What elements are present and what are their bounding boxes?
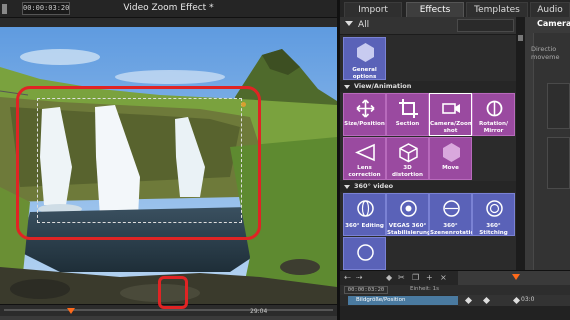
cut-icon[interactable]: ✂ (398, 273, 405, 282)
add-icon[interactable]: + (426, 273, 433, 282)
scrub-bar[interactable] (0, 316, 337, 320)
keyframe-icon[interactable] (482, 296, 491, 305)
section-360-video[interactable]: 360° video (340, 181, 516, 192)
effect-tile-360-more[interactable] (343, 237, 386, 270)
camera-icon (442, 103, 460, 114)
collapse-arrow-icon (344, 85, 350, 89)
copy-icon[interactable]: ❐ (412, 273, 419, 282)
scrollbar-thumb[interactable] (518, 35, 523, 41)
effect-tile-general-options[interactable]: General options (343, 37, 386, 80)
effect-tile-vegas-stabilisierung[interactable]: VEGAS 360° Stabilisierung (386, 193, 431, 236)
filter-bar: All (340, 17, 516, 35)
timeline-info-row: 00:00:03:20 Einheit: 1s (340, 285, 570, 295)
hexagon-icon (443, 143, 460, 162)
scrub-track (4, 309, 333, 311)
tab-import[interactable]: Import (344, 2, 402, 17)
move-left-icon[interactable]: ⇠ (344, 273, 351, 282)
effect-tile-rotation-mirror[interactable]: Rotation/ Mirror (472, 93, 515, 136)
effect-tile-3d-distortion[interactable]: 3D distortion (386, 137, 429, 180)
vertical-scrollbar[interactable] (516, 17, 525, 270)
effect-properties-panel: Camera/Z Directio moveme (525, 17, 570, 270)
chevron-down-icon[interactable] (345, 21, 353, 26)
timeline-unit: Einheit: 1s (410, 286, 440, 292)
highlight-zoom-frame (16, 86, 261, 240)
playhead-icon[interactable] (512, 274, 520, 280)
hexagon-icon (357, 43, 374, 62)
track-label[interactable]: Bildgröße/Position (348, 296, 458, 305)
crop-icon (399, 99, 418, 118)
timeline-bottom-bar (340, 306, 570, 320)
effect-tile-move[interactable]: Move (429, 137, 472, 180)
tab-effects[interactable]: Effects (406, 2, 464, 17)
effect-tile-camera-zoom[interactable]: Camera/Zoom shot (429, 93, 474, 136)
cube-icon (399, 143, 418, 163)
preview-header: 00:00:03:20 Video Zoom Effect * (0, 0, 337, 18)
keyframe-time: 03:0 (521, 296, 535, 303)
move-right-icon[interactable]: ⇢ (356, 273, 363, 282)
section-view-animation[interactable]: View/Animation (340, 81, 516, 92)
rotation-globe-icon (443, 200, 460, 217)
keyframe-tool-icon[interactable]: ◆ (386, 273, 392, 282)
remove-icon[interactable]: × (440, 273, 447, 282)
effect-tile-360-stitching[interactable]: 360° Stitching (472, 193, 515, 236)
effect-tile-360-editing[interactable]: 360° Editing (343, 193, 386, 236)
video-preview-panel: 00:00:03:20 Video Zoom Effect * 29:04 (0, 0, 337, 320)
highlight-keyframe (158, 276, 188, 309)
effect-tile-szenenrotation[interactable]: 360° Szenenrotation (429, 193, 478, 236)
tab-templates[interactable]: Templates (466, 2, 528, 17)
effect-tile-section[interactable]: Section (386, 93, 429, 136)
effect-tile-lens-correction[interactable]: Lens correction (343, 137, 386, 180)
keyframe-icon[interactable] (512, 296, 521, 305)
lens-icon (355, 143, 375, 162)
search-input[interactable] (457, 19, 514, 32)
globe-icon (357, 244, 374, 261)
effect-tile-size-position[interactable]: Size/Position (343, 93, 386, 136)
keyframe-icon[interactable] (464, 296, 473, 305)
globe-icon (357, 200, 374, 217)
stabilize-icon (400, 200, 417, 217)
crosshair-resize-icon (356, 99, 375, 118)
project-title: Video Zoom Effect * (123, 3, 214, 13)
effect-properties-title: Camera/Z (537, 19, 570, 28)
timeline-timecode[interactable]: 00:00:03:20 (344, 286, 388, 294)
tab-bar: Import Effects Templates Audio (340, 0, 570, 17)
timeline-panel: ⇠ ⇢ ◆ ✂ ❐ + × 00:00:03:20 Einheit: 1s Bi… (340, 270, 570, 320)
collapse-arrow-icon (344, 185, 350, 189)
tab-audio[interactable]: Audio (530, 2, 570, 17)
effects-grid: General options View/Animation Size/Posi… (340, 35, 516, 270)
rotate-icon (486, 100, 503, 117)
keyframe-lane[interactable]: 03:0 (458, 295, 570, 306)
scrub-time: 29:04 (250, 308, 268, 315)
properties-field[interactable] (547, 137, 570, 189)
timeline-ruler[interactable] (458, 271, 570, 285)
properties-description: Directio moveme (531, 45, 560, 61)
properties-field[interactable] (547, 83, 570, 129)
keyframe-track: Bildgröße/Position 03:0 (340, 295, 570, 306)
stitching-icon (486, 200, 503, 217)
filter-dropdown[interactable]: All (358, 20, 369, 30)
playhead-marker-icon[interactable] (67, 308, 75, 314)
timeline-toolbar: ⇠ ⇢ ◆ ✂ ❐ + × (340, 271, 458, 285)
